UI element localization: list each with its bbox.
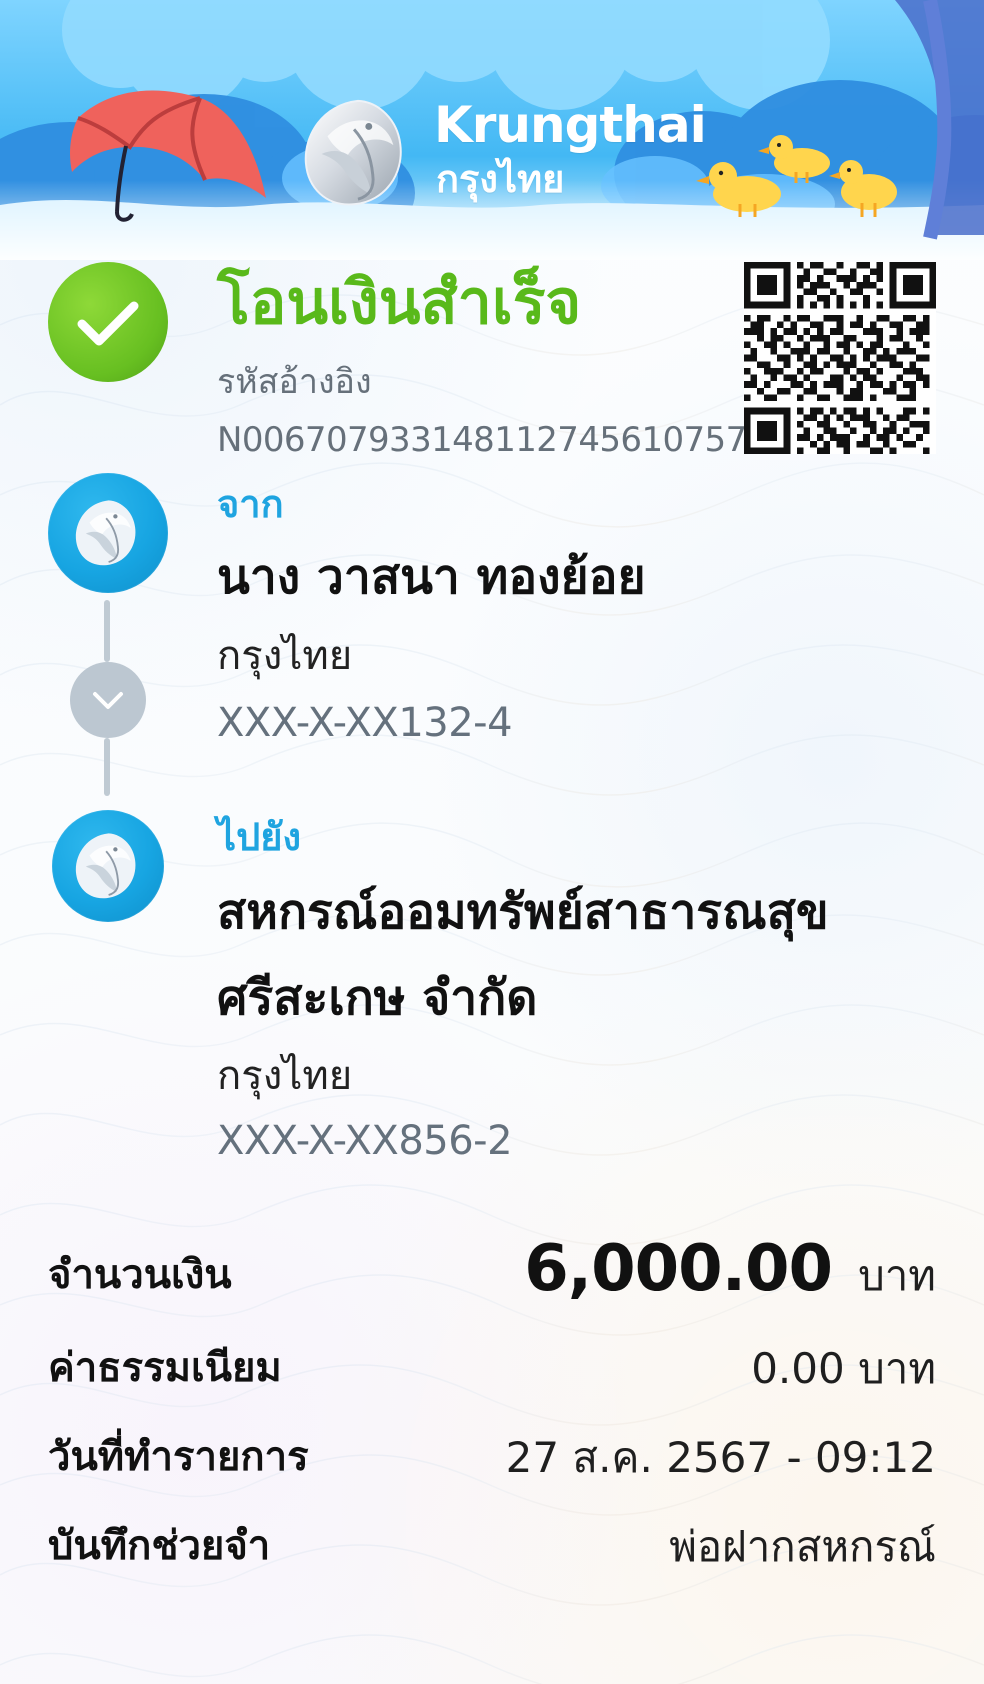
brand-subtitle: กรุงไทย (436, 157, 565, 201)
fee-value: 0.00 บาท (751, 1344, 936, 1393)
transaction-date-value: 27 ส.ค. 2567 - 09:12 (505, 1433, 936, 1482)
to-name-line-2: ศรีสะเกษ จำกัด (217, 970, 538, 1026)
krungthai-logo-icon (75, 500, 136, 566)
status-title: โอนเงินสำเร็จ (217, 267, 582, 338)
from-bank-avatar (48, 473, 168, 593)
krungthai-logo-icon (75, 833, 136, 899)
fee-label: ค่าธรรมเนียม (48, 1345, 282, 1391)
from-account-number: XXX-X-XX132-4 (217, 700, 513, 746)
qr-code-icon[interactable] (744, 262, 936, 454)
from-label: จาก (217, 482, 284, 526)
amount-value: 6,000.00 (524, 1232, 833, 1306)
brand-logo: Krungthai กรุงไทย (298, 94, 707, 210)
memo-value: พ่อฝากสหกรณ์ (669, 1522, 936, 1571)
from-bank-name: กรุงไทย (217, 633, 353, 679)
amount-value-group: 6,000.00 บาท (524, 1237, 936, 1307)
check-circle-icon (48, 262, 168, 382)
from-name: นาง วาสนา ทองย้อย (217, 549, 646, 605)
header-banner: Krungthai กรุงไทย (0, 0, 984, 260)
to-name-line-1: สหกรณ์ออมทรัพย์สาธารณสุข (217, 884, 829, 940)
transfer-slip: Krungthai กรุงไทย โอนเงินสำเร็จ รหัสอ้าง… (0, 0, 984, 1684)
brand-title: Krungthai (434, 96, 707, 154)
to-bank-name: กรุงไทย (217, 1053, 353, 1099)
transfer-direction-indicator (70, 662, 146, 738)
to-label: ไปยัง (217, 815, 302, 859)
reference-number: N006707933148112745610757 (217, 420, 747, 460)
reference-label: รหัสอ้างอิง (217, 362, 372, 402)
memo-label: บันทึกช่วยจำ (48, 1523, 271, 1569)
transfer-timeline-lower (104, 738, 110, 796)
to-bank-avatar (52, 810, 164, 922)
transaction-date-label: วันที่ทำรายการ (48, 1434, 309, 1480)
amount-unit: บาท (858, 1251, 936, 1300)
chevron-down-icon (93, 692, 123, 709)
amount-label: จำนวนเงิน (48, 1252, 232, 1298)
to-account-number: XXX-X-XX856-2 (217, 1118, 513, 1164)
transfer-timeline-upper (104, 600, 110, 662)
krungthai-logo-icon (304, 99, 402, 206)
